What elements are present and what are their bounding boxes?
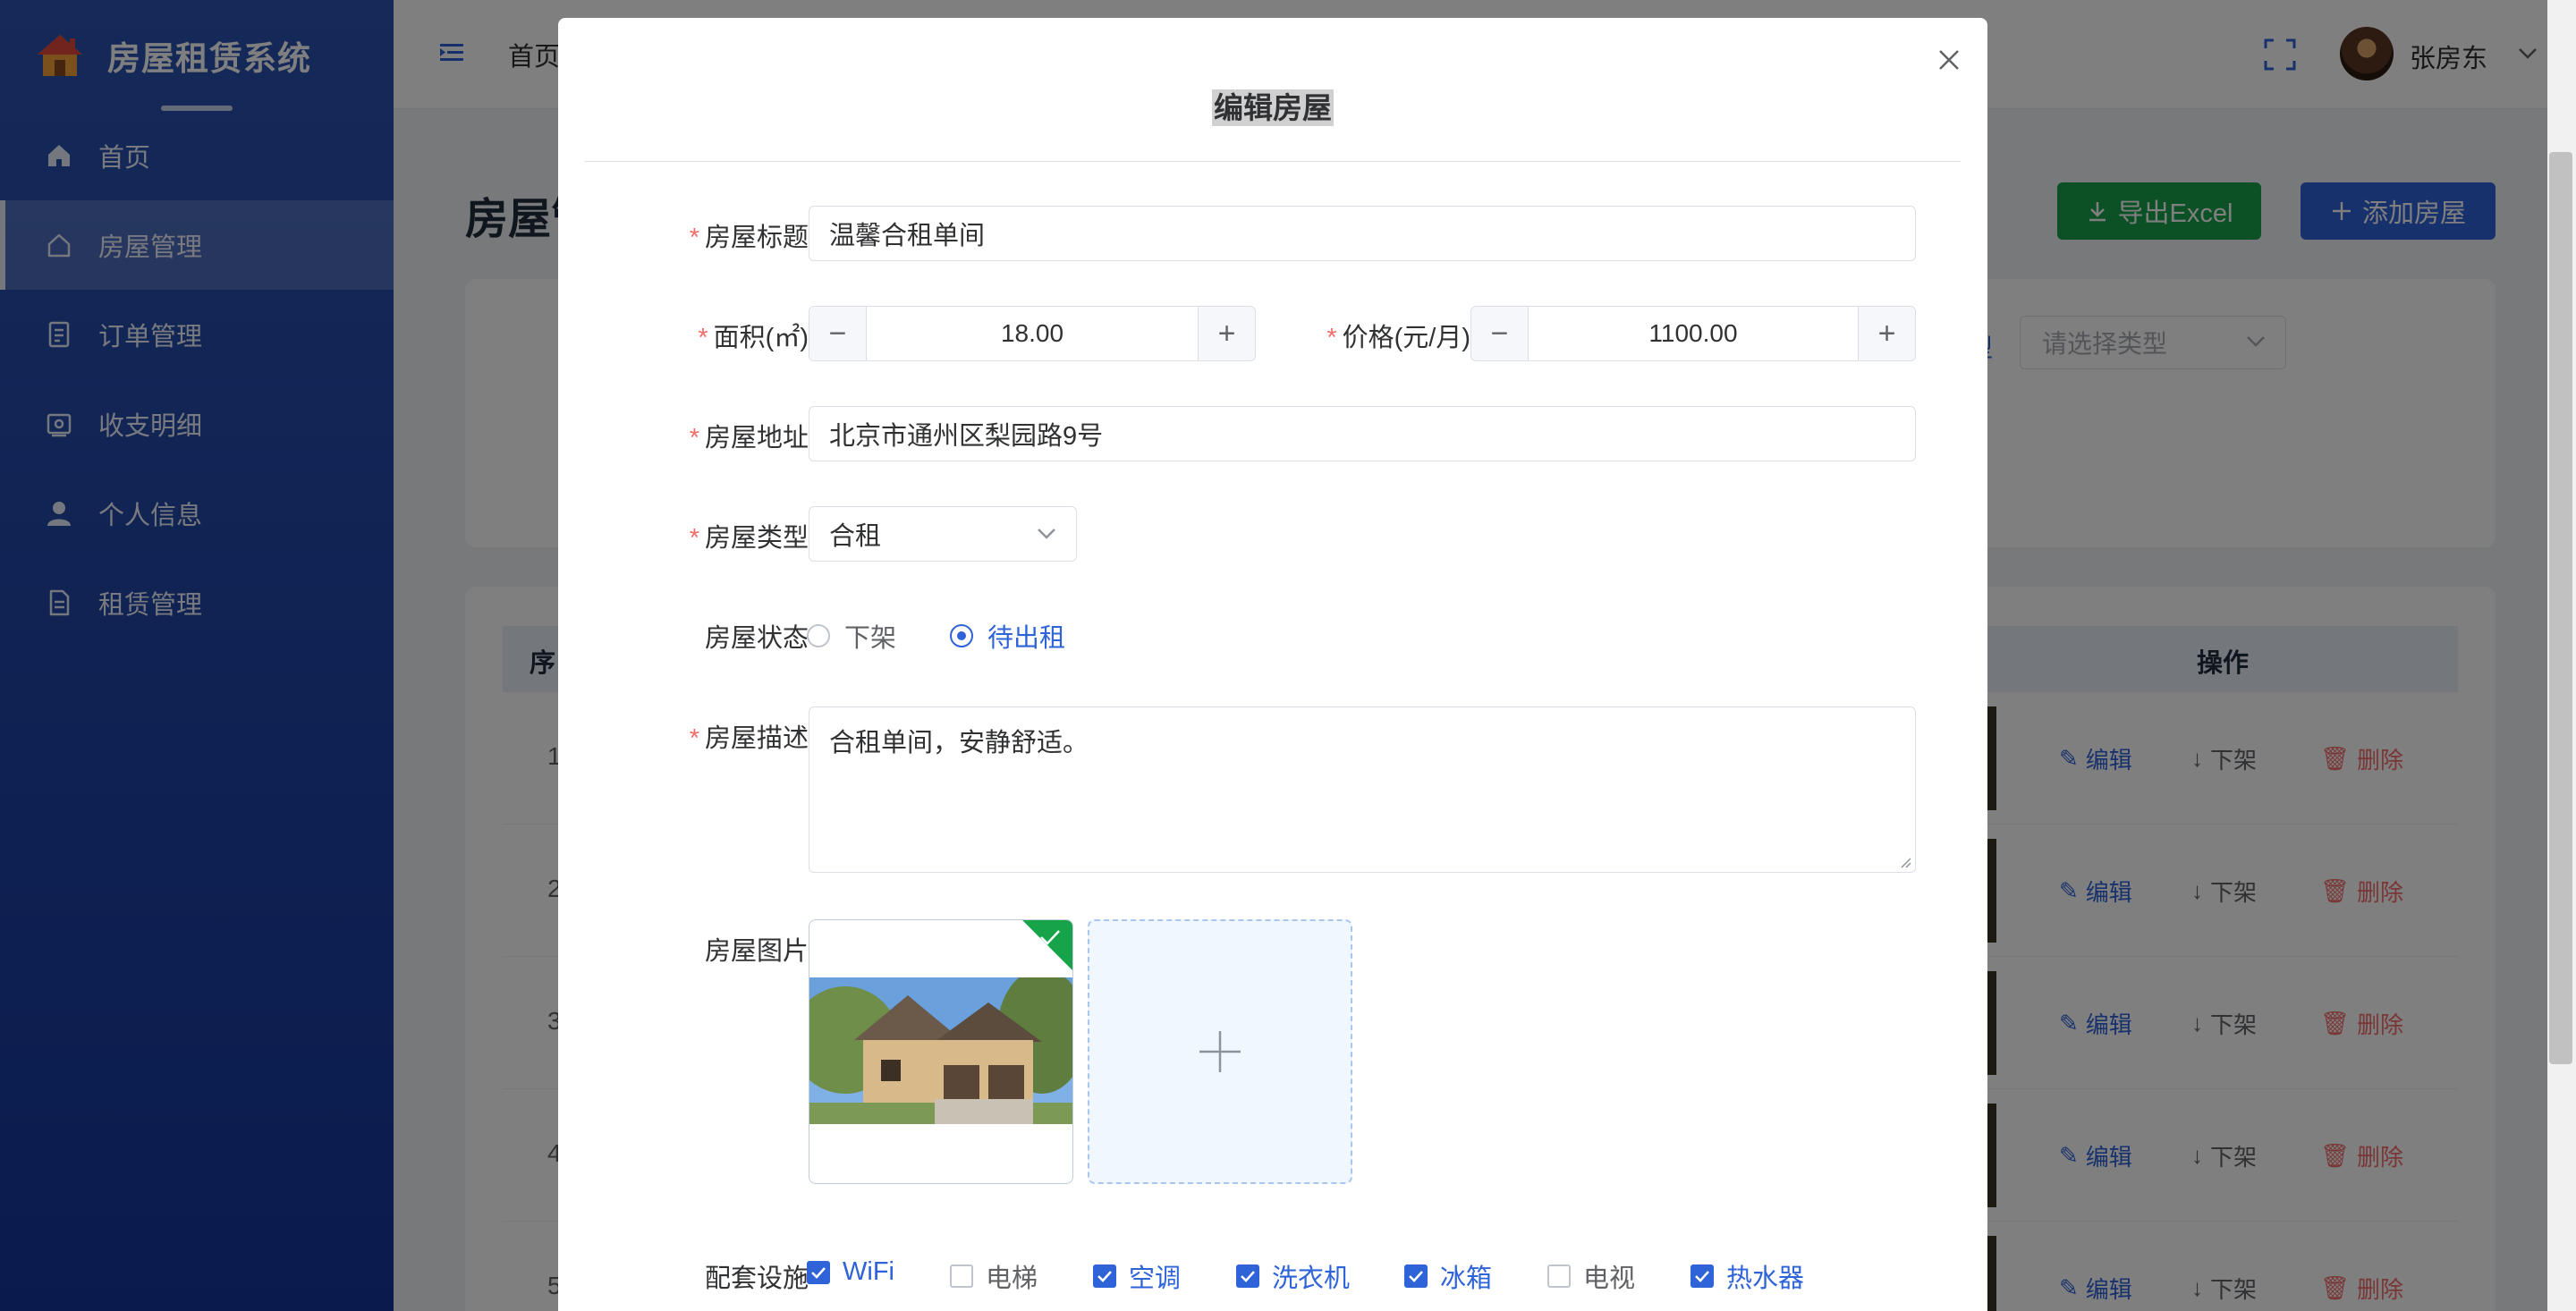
price-stepper[interactable]: − 1100.00 +: [1470, 306, 1916, 361]
radio-label: 下架: [844, 624, 897, 653]
check-icon: [1040, 930, 1060, 945]
house-photo: [809, 977, 1072, 1124]
chevron-down-icon: [1038, 529, 1055, 539]
area-value[interactable]: 18.00: [867, 307, 1198, 360]
price-increment-button[interactable]: +: [1858, 307, 1915, 360]
checkbox-box[interactable]: [1690, 1264, 1714, 1288]
facility-checkbox-elevator[interactable]: 电梯: [950, 1257, 1038, 1295]
price-value[interactable]: 1100.00: [1529, 307, 1858, 360]
check-icon: [1097, 1271, 1112, 1282]
checkbox-box[interactable]: [807, 1260, 830, 1284]
checkbox-label: 空调: [1129, 1264, 1182, 1293]
upload-add-button[interactable]: [1088, 919, 1352, 1184]
address-label: * 房屋地址: [690, 417, 809, 454]
required-mark: *: [689, 524, 699, 553]
address-input[interactable]: 北京市通州区梨园路9号: [809, 406, 1916, 461]
uploaded-image-card[interactable]: [809, 919, 1073, 1184]
dialog-title-text: 编辑房屋: [1212, 89, 1334, 126]
facilities-label: 配套设施: [705, 1257, 809, 1295]
description-textarea[interactable]: 合租单间，安静舒适。: [809, 706, 1916, 873]
price-label: * 价格(元/月): [1326, 317, 1470, 354]
price-label-text: 价格(元/月): [1342, 324, 1470, 352]
facility-checkbox-ac[interactable]: 空调: [1093, 1257, 1181, 1295]
checkbox-label: 电梯: [986, 1264, 1038, 1293]
plus-icon: [1199, 1031, 1241, 1072]
radio-circle[interactable]: [950, 624, 973, 647]
description-label: * 房屋描述: [690, 717, 809, 755]
checkbox-box[interactable]: [1236, 1264, 1259, 1288]
check-icon: [1695, 1271, 1709, 1282]
area-decrement-button[interactable]: −: [809, 307, 867, 360]
type-label: * 房屋类型: [690, 517, 809, 554]
type-select[interactable]: 合租: [809, 506, 1077, 562]
required-mark: *: [689, 424, 699, 453]
images-label: 房屋图片: [705, 930, 809, 968]
required-mark: *: [698, 324, 708, 352]
check-icon: [811, 1266, 826, 1279]
area-stepper[interactable]: − 18.00 +: [809, 306, 1256, 361]
check-icon: [1409, 1271, 1423, 1282]
dialog-divider: [585, 161, 1961, 162]
area-label-text: 面积(㎡): [713, 324, 809, 352]
required-mark: *: [689, 224, 699, 252]
type-value: 合租: [829, 522, 882, 551]
facilities-label-text: 配套设施: [704, 1264, 809, 1293]
title-value: 温馨合租单间: [829, 222, 986, 250]
edit-house-dialog: 编辑房屋 * 房屋标题 温馨合租单间 * 面积(㎡) − 18.00 + * 价格(元…: [558, 18, 1987, 1311]
dialog-title: 编辑房屋: [558, 84, 1987, 127]
type-label-text: 房屋类型: [704, 524, 809, 553]
facility-checkbox-washer[interactable]: 洗衣机: [1236, 1257, 1350, 1295]
status-radio-available[interactable]: 待出租: [950, 617, 1065, 655]
required-mark: *: [689, 724, 699, 753]
checkbox-label: 热水器: [1726, 1264, 1805, 1293]
required-mark: *: [1326, 324, 1337, 352]
address-value: 北京市通州区梨园路9号: [829, 422, 1104, 451]
checkbox-box[interactable]: [1547, 1264, 1571, 1288]
status-label: 房屋状态: [705, 617, 809, 655]
images-label-text: 房屋图片: [704, 937, 809, 966]
description-label-text: 房屋描述: [704, 724, 809, 753]
checkbox-label: 洗衣机: [1272, 1264, 1351, 1293]
radio-label: 待出租: [987, 624, 1066, 653]
status-label-text: 房屋状态: [704, 624, 809, 653]
checkbox-box[interactable]: [1404, 1264, 1428, 1288]
description-value: 合租单间，安静舒适。: [829, 729, 1089, 757]
checkbox-label: 电视: [1583, 1264, 1636, 1293]
facility-checkbox-fridge[interactable]: 冰箱: [1404, 1257, 1492, 1295]
checkbox-box[interactable]: [1093, 1264, 1116, 1288]
checkbox-label: 冰箱: [1440, 1264, 1493, 1293]
resize-handle-icon[interactable]: [1897, 854, 1911, 868]
area-label: * 面积(㎡): [698, 317, 809, 354]
checkbox-box[interactable]: [950, 1264, 973, 1288]
title-label-text: 房屋标题: [704, 224, 809, 252]
title-input[interactable]: 温馨合租单间: [809, 206, 1916, 261]
facility-checkbox-wifi[interactable]: WiFi: [807, 1257, 894, 1287]
check-icon: [1241, 1271, 1255, 1282]
facility-checkbox-tv[interactable]: 电视: [1547, 1257, 1635, 1295]
checkbox-label: WiFi: [843, 1257, 894, 1286]
area-increment-button[interactable]: +: [1198, 307, 1255, 360]
facility-checkbox-water-heater[interactable]: 热水器: [1690, 1257, 1804, 1295]
address-label-text: 房屋地址: [704, 424, 809, 453]
status-radio-offline[interactable]: 下架: [807, 617, 896, 655]
close-icon[interactable]: [1934, 45, 1964, 75]
page-scrollbar-thumb[interactable]: [2549, 152, 2572, 1064]
radio-circle[interactable]: [807, 624, 830, 647]
price-decrement-button[interactable]: −: [1471, 307, 1529, 360]
title-label: * 房屋标题: [690, 216, 809, 254]
